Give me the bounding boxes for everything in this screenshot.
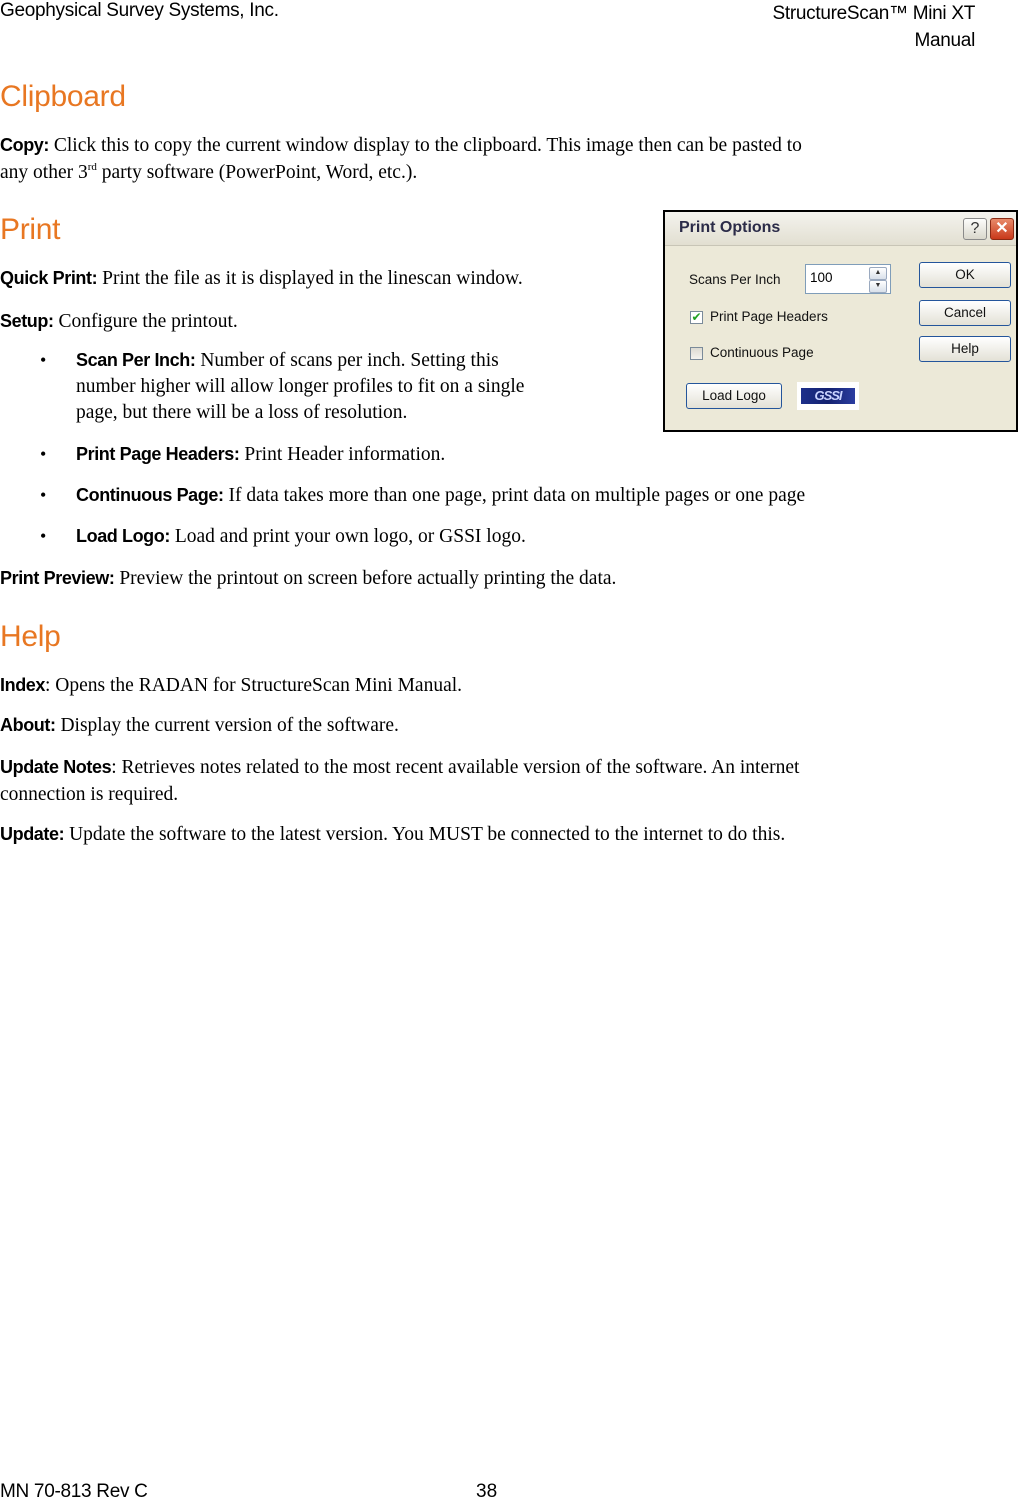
bullet-text: Load and print your own logo, or GSSI lo… [169,526,526,547]
copy-sup: rd [87,161,97,173]
bullet-term: Scan Per Inch: [76,350,196,370]
help-icon[interactable]: ? [963,218,987,240]
print-preview-text: Preview the printout on screen before ac… [114,568,617,589]
print-page-headers-checkbox[interactable]: ✔ [690,311,703,324]
update-text: Update the software to the latest versio… [64,824,786,845]
update-notes-term: Update Notes [0,757,112,777]
bullet-load-logo: • Load Logo: Load and print your own log… [40,523,526,550]
bullet-text-3: page, but there will be a loss of resolu… [76,402,408,423]
bullet-text: Print Header information. [239,444,446,465]
index-text: : Opens the RADAN for StructureScan Mini… [45,675,463,696]
bullet-text: If data takes more than one page, print … [223,485,806,506]
bullet-term: Continuous Page: [76,485,224,505]
index-description: Index: Opens the RADAN for StructureScan… [0,672,462,699]
copy-description: Copy: Click this to copy the current win… [0,132,980,186]
print-preview-description: Print Preview: Preview the printout on s… [0,565,616,592]
scans-per-inch-stepper[interactable]: 100 ▲ ▼ [805,264,891,294]
quick-print-term: Quick Print: [0,268,98,288]
footer-page-number: 38 [476,1481,498,1502]
setup-text: Configure the printout. [53,311,238,332]
bullet-icon: • [40,485,47,505]
scans-per-inch-value[interactable]: 100 [810,270,833,285]
continuous-page-label: Continuous Page [710,345,814,360]
gssi-logo: GSSI [797,382,859,410]
copy-text-2: any other 3 [0,162,88,183]
bullet-text-2: number higher will allow longer profiles… [76,376,525,397]
continuous-page-checkbox[interactable] [690,347,703,360]
setup-term: Setup: [0,311,54,331]
dialog-title: Print Options [679,219,781,236]
copy-text: Click this to copy the current window di… [49,135,802,156]
spin-down-icon[interactable]: ▼ [869,280,887,293]
bullet-term: Print Page Headers: [76,444,240,464]
bullet-scan-per-inch: • Scan Per Inch: Number of scans per inc… [40,347,640,426]
dialog-title-bar: Print Options ? ✕ [665,212,1016,246]
setup-description: Setup: Configure the printout. [0,308,238,335]
load-logo-button[interactable]: Load Logo [686,383,782,409]
print-page-headers-label: Print Page Headers [710,309,828,324]
about-term: About: [0,715,56,735]
update-notes-text-2: connection is required. [0,784,179,805]
update-term: Update: [0,824,65,844]
index-term: Index [0,675,46,695]
gssi-logo-text: GSSI [801,388,855,404]
update-notes-description: Update Notes: Retrieves notes related to… [0,754,980,808]
section-title-print: Print [0,213,61,246]
help-button[interactable]: Help [919,336,1011,362]
bullet-icon: • [40,444,47,464]
scans-per-inch-label: Scans Per Inch [689,272,781,287]
bullet-text: Number of scans per inch. Setting this [195,350,499,371]
bullet-icon: • [40,526,47,546]
spin-up-icon[interactable]: ▲ [869,267,887,280]
print-options-dialog: Print Options ? ✕ Scans Per Inch 100 ▲ ▼… [663,210,1018,432]
update-description: Update: Update the software to the lates… [0,821,785,848]
bullet-continuous-page: • Continuous Page: If data takes more th… [40,482,805,509]
header-product: StructureScan™ Mini XT Manual [772,0,976,54]
bullet-term: Load Logo: [76,526,170,546]
update-notes-text: : Retrieves notes related to the most re… [111,757,800,778]
quick-print-description: Quick Print: Print the file as it is dis… [0,265,523,292]
copy-text-3: party software (PowerPoint, Word, etc.). [96,162,418,183]
bullet-icon: • [40,350,47,370]
cancel-button[interactable]: Cancel [919,300,1011,326]
about-text: Display the current version of the softw… [55,715,399,736]
section-title-clipboard: Clipboard [0,80,126,113]
about-description: About: Display the current version of th… [0,712,399,739]
close-icon[interactable]: ✕ [990,218,1014,240]
ok-button[interactable]: OK [919,262,1011,288]
header-company: Geophysical Survey Systems, Inc. [0,0,279,21]
copy-term: Copy: [0,135,49,155]
header-product-name: StructureScan™ Mini XT [772,3,976,24]
bullet-print-page-headers: • Print Page Headers: Print Header infor… [40,441,445,468]
section-title-help: Help [0,620,61,653]
quick-print-text: Print the file as it is displayed in the… [97,268,523,289]
print-preview-term: Print Preview: [0,568,115,588]
footer-doc-number: MN 70-813 Rev C [0,1481,148,1502]
header-product-doc: Manual [914,30,975,51]
